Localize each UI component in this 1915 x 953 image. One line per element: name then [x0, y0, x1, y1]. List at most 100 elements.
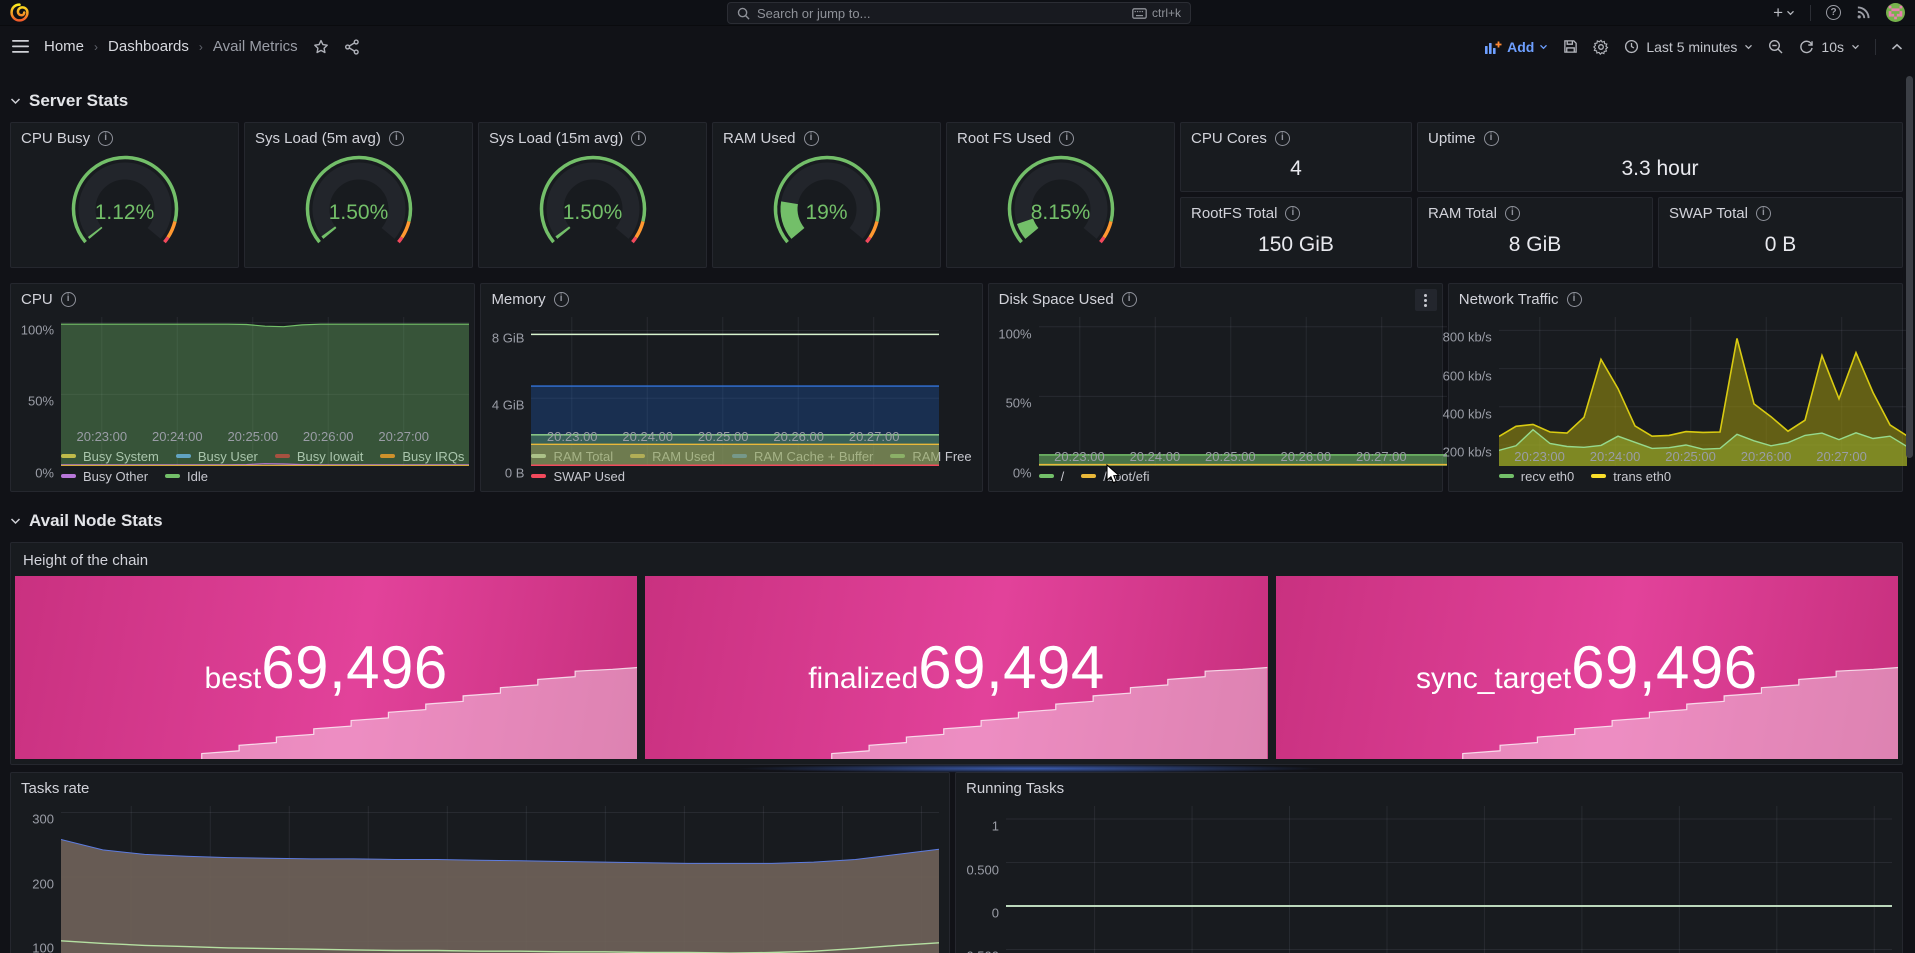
settings-gear-icon[interactable]	[1593, 39, 1609, 55]
legend-label: /	[1061, 469, 1065, 484]
panel-title[interactable]: Height of the chain	[15, 547, 1898, 576]
legend-item[interactable]: recv eth0	[1499, 469, 1574, 484]
info-icon[interactable]: i	[554, 292, 569, 307]
legend-item[interactable]: /	[1039, 469, 1065, 484]
panel-title[interactable]: Running Tasks	[966, 780, 1064, 797]
cpu-busy-gauge[interactable]: 1.12%	[11, 149, 238, 267]
page-scrollbar[interactable]	[1906, 68, 1914, 953]
x-axis-label: 20:25:00	[1665, 449, 1716, 464]
breadcrumb-home[interactable]: Home	[44, 38, 84, 55]
panel-title[interactable]: Uptime	[1428, 130, 1476, 147]
panel-title[interactable]: Tasks rate	[21, 780, 89, 797]
panel-title[interactable]: RAM Used	[723, 130, 796, 147]
x-axis-label: 20:26:00	[1281, 449, 1332, 464]
y-axis-label: 1	[992, 819, 999, 834]
legend-item[interactable]: trans eth0	[1591, 469, 1671, 484]
dashboard-canvas: Server Stats CPU Busy i 1.12% Sys Load (5…	[0, 67, 1915, 953]
cpu-chart[interactable]	[61, 317, 464, 426]
ram-used-gauge[interactable]: 19%	[713, 149, 940, 267]
y-axis-label: 100%	[998, 326, 1031, 341]
disk-chart[interactable]	[1039, 317, 1432, 446]
panel-title[interactable]: RootFS Total	[1191, 205, 1277, 222]
info-icon[interactable]: i	[631, 131, 646, 146]
panel-title[interactable]: Sys Load (5m avg)	[255, 130, 381, 147]
user-avatar[interactable]	[1886, 3, 1905, 22]
info-icon[interactable]: i	[1122, 292, 1137, 307]
y-axis-label: 0 B	[505, 466, 525, 481]
panel-title[interactable]: Network Traffic	[1459, 291, 1559, 308]
x-axis: 20:23:0020:24:0020:25:0020:26:0020:27:00	[17, 426, 464, 445]
legend-item[interactable]: Busy Other	[61, 469, 148, 484]
tasks-rate-chart[interactable]	[61, 806, 939, 953]
info-icon[interactable]: i	[1285, 206, 1300, 221]
stat-finalized[interactable]: finalized69,494	[645, 576, 1267, 759]
legend-item[interactable]: /boot/efi	[1081, 469, 1149, 484]
grafana-logo[interactable]	[10, 3, 29, 22]
info-icon[interactable]: i	[804, 131, 819, 146]
stat-value: 69,494	[918, 633, 1105, 702]
info-icon[interactable]: i	[389, 131, 404, 146]
panel-title[interactable]: Disk Space Used	[999, 291, 1114, 308]
search-input[interactable]: Search or jump to... ctrl+k	[727, 2, 1191, 24]
network-chart[interactable]	[1499, 317, 1892, 446]
panel-title[interactable]: SWAP Total	[1669, 205, 1748, 222]
grafana-logo-icon	[10, 3, 29, 22]
memory-chart[interactable]	[531, 317, 971, 426]
root-fs-used-gauge[interactable]: 8.15%	[947, 149, 1174, 267]
running-tasks-chart[interactable]	[1006, 806, 1892, 953]
info-icon[interactable]: i	[1756, 206, 1771, 221]
favorite-star-icon[interactable]	[313, 39, 329, 55]
refresh-picker[interactable]: 10s	[1799, 39, 1860, 55]
panel-title[interactable]: Sys Load (15m avg)	[489, 130, 623, 147]
add-panel-button[interactable]: Add	[1485, 39, 1548, 55]
help-icon[interactable]: ?	[1826, 5, 1841, 20]
news-rss-icon[interactable]	[1856, 5, 1871, 20]
section-header-server-stats[interactable]: Server Stats	[10, 88, 1903, 114]
section-title: Server Stats	[29, 91, 128, 111]
topbar-actions: + ?	[1773, 3, 1905, 22]
info-icon[interactable]: i	[61, 292, 76, 307]
panel-root-fs-used: Root FS Used i 8.15%	[946, 122, 1175, 268]
info-icon[interactable]: i	[1505, 206, 1520, 221]
info-icon[interactable]: i	[1567, 292, 1582, 307]
stat-label: finalized	[808, 662, 918, 696]
panel-title[interactable]: Root FS Used	[957, 130, 1051, 147]
new-menu-button[interactable]: +	[1773, 6, 1795, 20]
x-axis-label: 20:23:00	[76, 429, 127, 444]
panel-title[interactable]: CPU	[21, 291, 53, 308]
sys-load-15m-gauge[interactable]: 1.50%	[479, 149, 706, 267]
info-icon[interactable]: i	[1484, 131, 1499, 146]
panel-title[interactable]: Memory	[491, 291, 545, 308]
x-axis-label: 20:23:00	[1514, 449, 1565, 464]
legend-item[interactable]: Idle	[165, 469, 208, 484]
sys-load-5m-gauge[interactable]: 1.50%	[245, 149, 472, 267]
legend-item[interactable]: SWAP Used	[531, 469, 625, 484]
panel-title[interactable]: CPU Busy	[21, 130, 90, 147]
save-dashboard-icon[interactable]	[1563, 39, 1578, 54]
y-axis: 0%50%100%	[17, 317, 61, 426]
info-icon[interactable]: i	[1059, 131, 1074, 146]
stat-sync-target[interactable]: sync_target69,496	[1276, 576, 1898, 759]
share-icon[interactable]	[344, 39, 360, 55]
panel-menu-kebab[interactable]	[1415, 289, 1437, 311]
y-axis-label: 100	[32, 941, 54, 953]
section-header-avail-node-stats[interactable]: Avail Node Stats	[10, 508, 1903, 534]
panel-disk-space-used: Disk Space Usedi 0%50%100% 20:23:0020:24…	[988, 283, 1443, 492]
collapse-toolbar-icon[interactable]	[1891, 43, 1903, 51]
info-icon[interactable]: i	[1275, 131, 1290, 146]
menu-toggle-button[interactable]	[12, 40, 29, 53]
info-icon[interactable]: i	[98, 131, 113, 146]
scrollbar-thumb[interactable]	[1906, 76, 1913, 458]
dashboard-quick-actions	[313, 39, 360, 55]
stat-best[interactable]: best69,496	[15, 576, 637, 759]
zoom-out-icon[interactable]	[1768, 39, 1784, 55]
time-range-picker[interactable]: Last 5 minutes	[1624, 39, 1753, 55]
x-axis-label: 20:24:00	[1130, 449, 1181, 464]
breadcrumb-dashboards[interactable]: Dashboards	[108, 38, 189, 55]
panel-title[interactable]: CPU Cores	[1191, 130, 1267, 147]
panel-title[interactable]: RAM Total	[1428, 205, 1497, 222]
time-range-label: Last 5 minutes	[1646, 39, 1737, 55]
panel-rootfs-total: RootFS Totali 150 GiB	[1180, 197, 1412, 268]
panel-network-traffic: Network Traffici 200 kb/s400 kb/s600 kb/…	[1448, 283, 1903, 492]
legend-swatch	[165, 474, 180, 478]
